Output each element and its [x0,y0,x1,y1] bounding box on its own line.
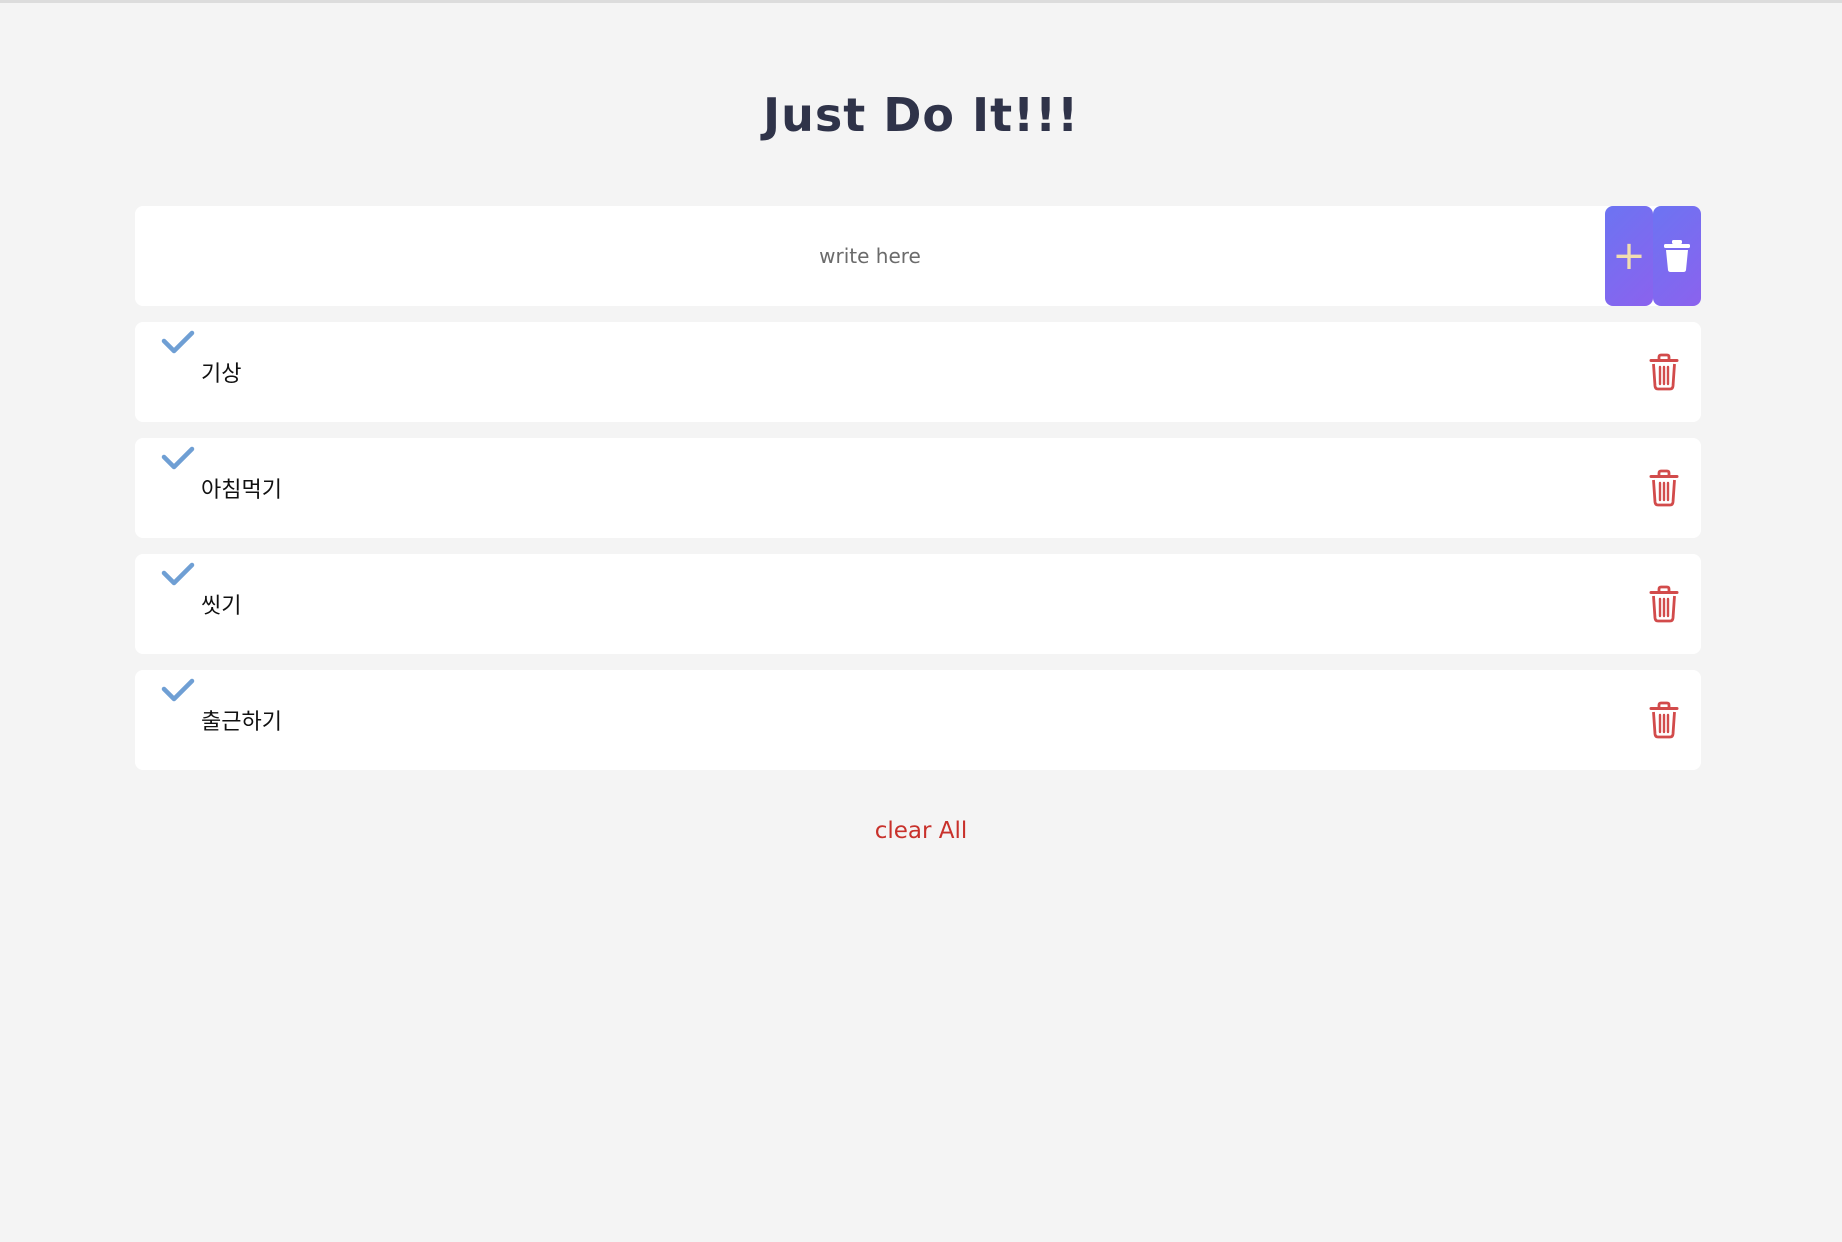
todo-text: 씻기 [201,594,242,619]
clear-all-container: clear All [0,818,1842,844]
todo-input[interactable] [135,206,1605,306]
todo-item[interactable]: 기상 [135,322,1701,422]
check-icon[interactable] [161,328,195,356]
todo-input-row: + [135,206,1701,306]
add-todo-button[interactable]: + [1605,206,1653,306]
page-title: Just Do It!!! [762,88,1080,142]
check-icon[interactable] [161,444,195,472]
delete-all-button[interactable] [1653,206,1701,306]
top-divider [0,0,1842,3]
todo-item[interactable]: 아침먹기 [135,438,1701,538]
check-icon[interactable] [161,676,195,704]
todo-text: 아침먹기 [201,478,282,503]
trash-icon [1664,240,1690,272]
todo-item[interactable]: 씻기 [135,554,1701,654]
clear-all-button[interactable]: clear All [875,818,968,844]
trash-icon[interactable] [1644,468,1684,508]
trash-icon[interactable] [1644,352,1684,392]
check-icon[interactable] [161,560,195,588]
todo-text: 기상 [201,362,242,387]
plus-icon: + [1612,233,1646,279]
trash-icon[interactable] [1644,584,1684,624]
todo-text: 출근하기 [201,710,282,735]
todo-item[interactable]: 출근하기 [135,670,1701,770]
trash-icon[interactable] [1644,700,1684,740]
